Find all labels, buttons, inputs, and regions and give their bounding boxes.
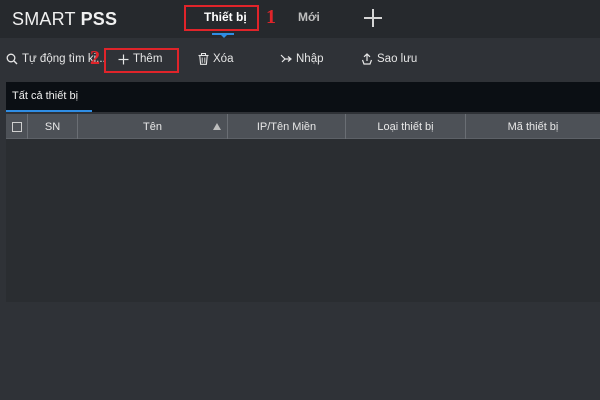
plus-icon — [118, 54, 129, 64]
sort-asc-icon[interactable] — [213, 123, 221, 130]
import-button[interactable]: Nhập — [280, 53, 324, 65]
column-header-ip[interactable]: IP/Tên Miền — [228, 114, 346, 139]
device-table: SN Tên IP/Tên Miền Loại thiết bị Mã thiế… — [6, 114, 600, 302]
import-icon — [280, 54, 292, 63]
app-logo: SMART PSS — [12, 9, 117, 30]
top-bar: SMART PSS Thiết bị Mới — [0, 0, 600, 38]
add-tab-plus-icon[interactable] — [362, 7, 384, 29]
logo-text-bold: PSS — [80, 9, 118, 29]
trash-icon — [198, 53, 209, 65]
step-marker-2: 2 — [90, 47, 100, 69]
header-select-all[interactable] — [6, 114, 28, 139]
add-device-label: Thêm — [133, 53, 163, 65]
tab-new[interactable]: Mới — [298, 10, 320, 24]
column-header-name[interactable]: Tên — [78, 114, 228, 139]
add-device-button[interactable]: Thêm — [118, 53, 162, 65]
select-all-checkbox[interactable] — [11, 121, 22, 132]
step-marker-1: 1 — [266, 6, 276, 28]
search-icon — [6, 53, 18, 65]
backup-label: Sao lưu — [377, 53, 418, 65]
table-header: SN Tên IP/Tên Miền Loại thiết bị Mã thiế… — [6, 114, 600, 139]
column-header-name-label: Tên — [143, 120, 162, 133]
device-subtab-bar: Tất cả thiết bị — [6, 82, 600, 112]
logo-text: SMART — [12, 9, 81, 29]
column-header-device-type[interactable]: Loại thiết bị — [346, 114, 466, 139]
column-header-device-code[interactable]: Mã thiết bị — [466, 114, 600, 139]
backup-icon — [361, 53, 373, 65]
import-label: Nhập — [296, 53, 324, 65]
column-header-sn[interactable]: SN — [28, 114, 78, 139]
delete-device-label: Xóa — [213, 53, 234, 65]
tab-all-devices[interactable]: Tất cả thiết bị — [12, 90, 78, 102]
tab-devices[interactable]: Thiết bị — [204, 10, 247, 24]
delete-device-button[interactable]: Xóa — [198, 53, 233, 65]
backup-button[interactable]: Sao lưu — [361, 53, 417, 65]
subtab-indicator — [6, 110, 92, 112]
